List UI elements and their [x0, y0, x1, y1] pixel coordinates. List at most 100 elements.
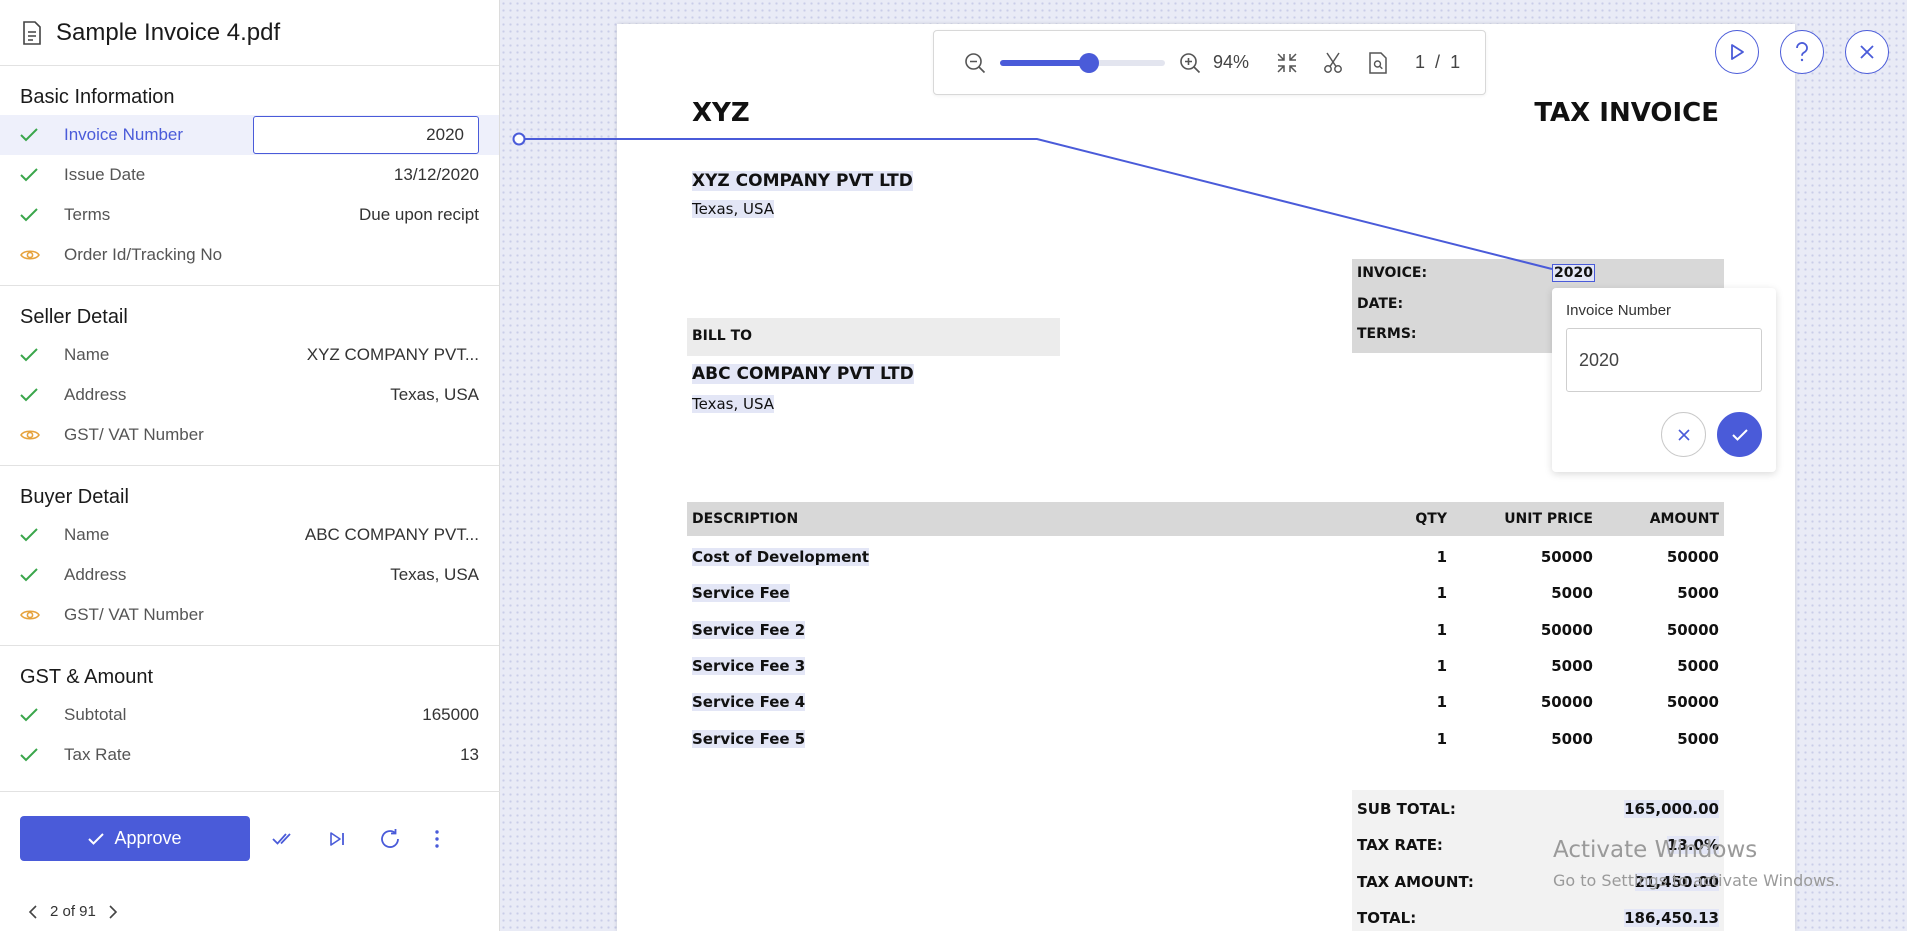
field-value: 165000 — [422, 705, 479, 724]
total-value: 21,450.00 — [1634, 872, 1719, 891]
total-label: TOTAL: — [1357, 908, 1417, 927]
page-current: 1 — [1415, 52, 1426, 72]
action-bar: Approve — [0, 791, 500, 885]
field-label: Invoice Number — [64, 125, 184, 144]
zoom-level: 94% — [1213, 52, 1250, 72]
item-amount: 5000 — [1677, 584, 1719, 603]
field-order-id[interactable]: Order Id/Tracking No — [0, 235, 499, 275]
field-invoice-number[interactable]: Invoice Number — [0, 115, 499, 155]
zoom-slider[interactable] — [1000, 52, 1165, 73]
approve-label: Approve — [114, 828, 182, 848]
item-description: Service Fee 3 — [692, 656, 806, 675]
field-value: XYZ COMPANY PVT... — [306, 345, 479, 364]
refresh-icon[interactable] — [378, 827, 402, 851]
item-unit-price: 5000 — [1551, 584, 1593, 603]
doc-seller-name: XYZ COMPANY PVT LTD — [692, 171, 913, 191]
zoom-slider-handle[interactable] — [1079, 52, 1100, 73]
document-icon — [23, 20, 41, 45]
field-buyer-address[interactable]: Address Texas, USA — [0, 555, 499, 595]
check-icon — [20, 348, 38, 362]
help-button[interactable] — [1780, 30, 1824, 74]
zoom-out-icon[interactable] — [964, 52, 986, 74]
field-subtotal[interactable]: Subtotal 165000 — [0, 695, 499, 735]
popup-confirm-button[interactable] — [1717, 412, 1762, 457]
check-icon — [88, 832, 105, 845]
th-description: DESCRIPTION — [692, 511, 799, 527]
viewer-toolbar: 94% 1 / 1 — [933, 30, 1486, 95]
check-icon — [20, 528, 38, 542]
field-buyer-gst[interactable]: GST/ VAT Number — [0, 595, 499, 635]
field-tax-rate[interactable]: Tax Rate 13 — [0, 735, 499, 775]
eye-icon — [20, 610, 40, 620]
zoom-in-icon[interactable] — [1179, 52, 1201, 74]
invoice-number-input[interactable] — [253, 116, 479, 154]
item-qty: 1 — [1436, 620, 1447, 639]
file-title: Sample Invoice 4.pdf — [56, 18, 281, 46]
item-description: Service Fee 2 — [692, 620, 806, 639]
scissors-icon[interactable] — [1323, 52, 1343, 74]
check-icon — [20, 128, 38, 142]
field-value: Texas, USA — [390, 385, 479, 404]
field-label: GST/ VAT Number — [64, 425, 204, 444]
item-amount: 50000 — [1666, 548, 1719, 566]
meta-invoice-label: INVOICE: — [1357, 265, 1428, 281]
item-amount: 5000 — [1677, 729, 1719, 748]
field-value: 13 — [460, 745, 479, 764]
total-label: TAX RATE: — [1357, 836, 1443, 855]
item-qty: 1 — [1436, 729, 1447, 748]
total-value: 186,450.13 — [1624, 908, 1719, 927]
popup-value-input[interactable] — [1566, 328, 1762, 392]
field-panel: Sample Invoice 4.pdf Basic Information I… — [0, 0, 500, 931]
page-separator: / — [1435, 52, 1441, 72]
item-unit-price: 50000 — [1540, 620, 1593, 639]
zoom-slider-fill — [1000, 59, 1090, 66]
field-label: Subtotal — [64, 705, 127, 724]
chevron-left-icon[interactable] — [28, 904, 38, 919]
play-button[interactable] — [1715, 30, 1759, 74]
fit-screen-icon[interactable] — [1277, 52, 1297, 73]
field-value: Texas, USA — [390, 565, 479, 584]
invoice-page: XYZ TAX INVOICE XYZ COMPANY PVT LTD Texa… — [617, 24, 1795, 931]
th-qty: QTY — [1415, 511, 1447, 527]
skip-next-icon[interactable] — [328, 830, 346, 848]
section-title: Buyer Detail — [20, 486, 129, 508]
close-icon — [1677, 428, 1690, 441]
check-icon — [20, 708, 38, 722]
field-label: Terms — [64, 205, 111, 224]
search-document-icon[interactable] — [1369, 51, 1387, 74]
help-icon — [1796, 42, 1808, 62]
item-qty: 1 — [1436, 693, 1447, 712]
item-amount: 5000 — [1677, 656, 1719, 675]
doc-buyer-address: Texas, USA — [692, 395, 775, 413]
total-value: 13.0% — [1666, 836, 1719, 855]
field-seller-gst[interactable]: GST/ VAT Number — [0, 415, 499, 455]
document-pager: 2 of 91 — [28, 903, 118, 920]
meta-invoice-value: 2020 — [1552, 264, 1595, 282]
check-icon — [20, 388, 38, 402]
field-value: 13/12/2020 — [393, 165, 479, 184]
th-unit-price: UNIT PRICE — [1504, 511, 1593, 527]
field-buyer-name[interactable]: Name ABC COMPANY PVT... — [0, 515, 499, 555]
field-seller-name[interactable]: Name XYZ COMPANY PVT... — [0, 335, 499, 375]
item-qty: 1 — [1436, 548, 1447, 566]
item-description: Service Fee — [692, 584, 790, 603]
item-unit-price: 50000 — [1540, 548, 1593, 566]
meta-date-label: DATE: — [1357, 296, 1404, 312]
approve-button[interactable]: Approve — [20, 816, 250, 861]
double-check-icon[interactable] — [272, 832, 296, 846]
item-unit-price: 5000 — [1551, 729, 1593, 748]
field-seller-address[interactable]: Address Texas, USA — [0, 375, 499, 415]
field-terms[interactable]: Terms Due upon recipt — [0, 195, 499, 235]
more-options-icon[interactable] — [434, 829, 440, 849]
field-edit-popup: Invoice Number — [1552, 288, 1776, 472]
field-label: Address — [64, 385, 127, 404]
doc-bill-to: BILL TO — [692, 328, 753, 344]
field-issue-date[interactable]: Issue Date 13/12/2020 — [0, 155, 499, 195]
popup-cancel-button[interactable] — [1661, 412, 1706, 457]
chevron-right-icon[interactable] — [108, 904, 118, 919]
close-button[interactable] — [1845, 30, 1889, 74]
check-icon — [20, 748, 38, 762]
eye-icon — [20, 430, 40, 440]
meta-terms-label: TERMS: — [1357, 326, 1417, 342]
item-unit-price: 50000 — [1540, 693, 1593, 712]
